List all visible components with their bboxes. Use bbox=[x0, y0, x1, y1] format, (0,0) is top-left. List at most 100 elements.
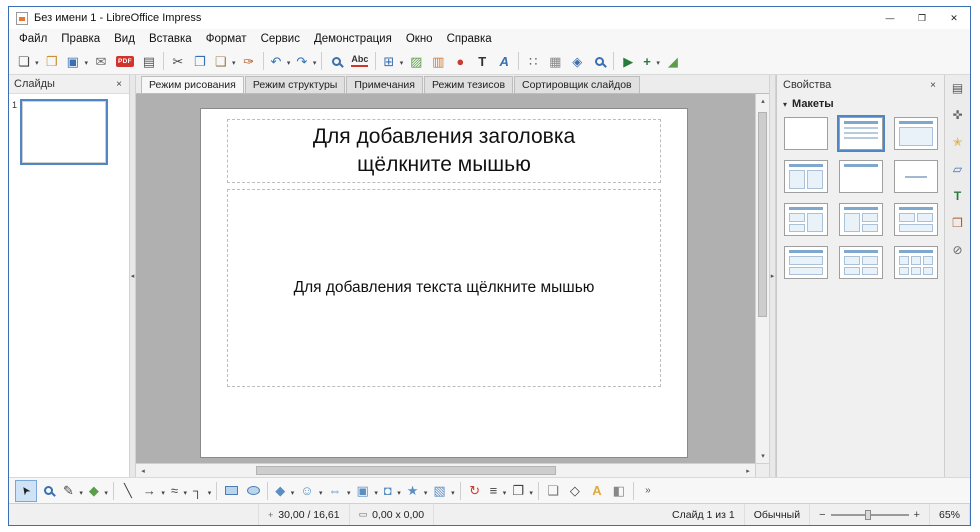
section-expander-icon[interactable]: ▾ bbox=[783, 100, 787, 109]
insert-image-button[interactable]: ▨ bbox=[405, 50, 427, 72]
layout-title-subtitle[interactable] bbox=[839, 117, 883, 150]
statusbar-zoom-slider[interactable]: − + bbox=[810, 504, 930, 525]
horizontal-scroll-thumb[interactable] bbox=[256, 466, 556, 475]
navigator-button[interactable]: ◈ bbox=[566, 50, 588, 72]
zoom-slider-track[interactable] bbox=[831, 514, 909, 516]
menu-insert[interactable]: Вставка bbox=[142, 31, 199, 47]
tab-drawing-mode[interactable]: Режим рисования bbox=[141, 76, 244, 93]
ellipse-tool-button[interactable] bbox=[242, 480, 264, 502]
fill-color-button[interactable]: ◆ bbox=[85, 480, 110, 502]
insert-table-button[interactable]: ⊞ bbox=[379, 50, 405, 72]
align-objects-button[interactable]: ≡ bbox=[486, 480, 509, 502]
hide-left-panel-handle[interactable]: ◂ bbox=[129, 75, 136, 477]
flowchart-shapes-button[interactable]: ▣ bbox=[353, 480, 380, 502]
redo-button[interactable]: ↷ bbox=[292, 50, 318, 72]
properties-deck-tab[interactable]: ✜ bbox=[948, 105, 968, 125]
email-button[interactable]: ✉ bbox=[90, 50, 112, 72]
layout-title-content[interactable] bbox=[894, 117, 938, 150]
menu-file[interactable]: Файл bbox=[12, 31, 54, 47]
scroll-left-button[interactable]: ◂ bbox=[136, 464, 150, 477]
horizontal-scrollbar[interactable]: ◂ ▸ bbox=[136, 463, 755, 477]
export-pdf-button[interactable]: PDF bbox=[112, 50, 138, 72]
open-button[interactable]: ❒ bbox=[41, 50, 63, 72]
menu-tools[interactable]: Сервис bbox=[254, 31, 307, 47]
scroll-right-button[interactable]: ▸ bbox=[741, 464, 755, 477]
insert-chart-button[interactable]: ▥ bbox=[427, 50, 449, 72]
fontwork-gallery-button[interactable]: A bbox=[586, 480, 608, 502]
scroll-up-button[interactable]: ▴ bbox=[756, 94, 769, 108]
minimize-button[interactable]: — bbox=[874, 7, 906, 29]
insert-textbox-button[interactable]: T bbox=[471, 50, 493, 72]
menu-edit[interactable]: Правка bbox=[54, 31, 107, 47]
undo-button[interactable]: ↶ bbox=[267, 50, 293, 72]
find-replace-button[interactable] bbox=[325, 50, 347, 72]
slides-panel-close-icon[interactable]: × bbox=[114, 79, 124, 90]
menu-format[interactable]: Формат bbox=[199, 31, 254, 47]
menu-window[interactable]: Окно bbox=[399, 31, 440, 47]
insert-line-button[interactable]: ╲ bbox=[117, 480, 139, 502]
layout-two-content-over-content[interactable] bbox=[894, 203, 938, 236]
paste-button[interactable]: ❑ bbox=[211, 50, 238, 72]
titlebar[interactable]: Без имени 1 - LibreOffice Impress — ❐ ✕ bbox=[9, 7, 970, 29]
slide-thumbnail-item[interactable]: 1 bbox=[12, 99, 126, 165]
connectors-button[interactable]: ┐ bbox=[189, 480, 213, 502]
gallery-deck-tab[interactable]: ❒ bbox=[948, 213, 968, 233]
styles-deck-tab[interactable]: T bbox=[948, 186, 968, 206]
callout-shapes-button[interactable]: ◘ bbox=[380, 480, 403, 502]
tab-outline-mode[interactable]: Режим структуры bbox=[245, 76, 345, 93]
layout-six-content[interactable] bbox=[894, 246, 938, 279]
curves-polygons-button[interactable]: ≈ bbox=[167, 480, 189, 502]
edit-points-button[interactable]: ◇ bbox=[564, 480, 586, 502]
layout-title-two-content[interactable] bbox=[784, 160, 828, 193]
toolbar-overflow-button[interactable]: » bbox=[637, 480, 659, 502]
slide-canvas[interactable]: Для добавления заголовка щёлкните мышью … bbox=[200, 108, 688, 458]
rectangle-tool-button[interactable] bbox=[220, 480, 242, 502]
layout-two-content-and-content[interactable] bbox=[784, 203, 828, 236]
toggle-extrusion-button[interactable]: ◧ bbox=[608, 480, 630, 502]
copy-button[interactable]: ❐ bbox=[189, 50, 211, 72]
spelling-button[interactable]: Abc bbox=[347, 50, 372, 72]
sidebar-settings-button[interactable]: ▤ bbox=[948, 78, 968, 98]
slide-workspace[interactable]: Для добавления заголовка щёлкните мышью … bbox=[136, 94, 769, 477]
shadow-button[interactable]: ❏ bbox=[542, 480, 564, 502]
navigator-deck-tab[interactable]: ⊘ bbox=[948, 240, 968, 260]
properties-panel-close-icon[interactable]: × bbox=[928, 80, 938, 91]
save-button[interactable]: ▣ bbox=[63, 50, 90, 72]
slide-transition-deck-tab[interactable]: ▱ bbox=[948, 159, 968, 179]
lines-and-arrows-button[interactable]: → bbox=[139, 480, 167, 502]
start-slideshow-button[interactable]: ▶ bbox=[617, 50, 639, 72]
zoom-slider-thumb[interactable] bbox=[865, 510, 871, 520]
master-slide-button[interactable]: ◢ bbox=[662, 50, 684, 72]
clone-formatting-button[interactable]: ✑ bbox=[238, 50, 260, 72]
rotate-button[interactable]: ↻ bbox=[464, 480, 486, 502]
cut-button[interactable]: ✂ bbox=[167, 50, 189, 72]
zoom-button[interactable] bbox=[588, 50, 610, 72]
scroll-down-button[interactable]: ▾ bbox=[756, 449, 769, 463]
layout-content-over-content[interactable] bbox=[784, 246, 828, 279]
hide-right-panel-handle[interactable]: ▸ bbox=[769, 75, 776, 477]
symbol-shapes-button[interactable]: ☺ bbox=[296, 480, 324, 502]
layout-centered-text[interactable] bbox=[894, 160, 938, 193]
menu-view[interactable]: Вид bbox=[107, 31, 142, 47]
menu-help[interactable]: Справка bbox=[440, 31, 499, 47]
select-tool-button[interactable]: ➤ bbox=[15, 480, 37, 502]
vertical-scrollbar[interactable]: ▴ ▾ bbox=[755, 94, 769, 463]
animation-deck-tab[interactable]: ✭ bbox=[948, 132, 968, 152]
zoom-tool-button[interactable] bbox=[37, 480, 59, 502]
snap-guides-button[interactable]: ▦ bbox=[544, 50, 566, 72]
menu-slideshow[interactable]: Демонстрация bbox=[307, 31, 399, 47]
new-document-button[interactable]: ❏ bbox=[14, 50, 41, 72]
tab-handout-mode[interactable]: Режим тезисов bbox=[424, 76, 513, 93]
display-grid-button[interactable]: ∷ bbox=[522, 50, 544, 72]
zoom-out-button[interactable]: − bbox=[819, 509, 825, 521]
close-button[interactable]: ✕ bbox=[938, 7, 970, 29]
insert-fontwork-button[interactable]: A bbox=[493, 50, 515, 72]
line-color-button[interactable]: ✎ bbox=[59, 480, 85, 502]
tab-notes[interactable]: Примечания bbox=[346, 76, 423, 93]
maximize-button[interactable]: ❐ bbox=[906, 7, 938, 29]
body-placeholder[interactable]: Для добавления текста щёлкните мышью bbox=[227, 189, 661, 387]
vertical-scroll-thumb[interactable] bbox=[758, 112, 767, 317]
layout-title-only[interactable] bbox=[839, 160, 883, 193]
layouts-section-header[interactable]: ▾ Макеты bbox=[777, 95, 944, 113]
statusbar-zoom-level[interactable]: 65% bbox=[930, 504, 970, 525]
